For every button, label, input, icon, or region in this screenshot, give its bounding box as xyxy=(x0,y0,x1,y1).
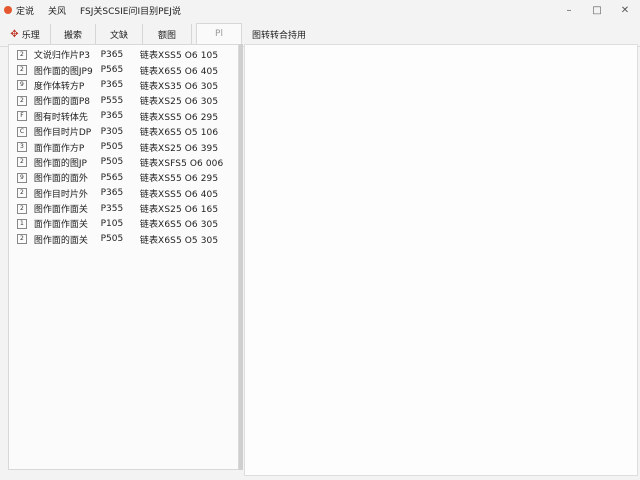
file-date: 链表XSS5 O6 405 xyxy=(139,189,219,200)
file-size: P555 xyxy=(100,95,124,106)
file-date: 链表X6S5 O5 106 xyxy=(139,128,219,139)
file-name: 文说归作片P3 xyxy=(33,51,91,62)
title-menu-2[interactable]: 关风 xyxy=(48,4,66,17)
title-menu-1[interactable]: 定说 xyxy=(16,4,34,17)
minimize-icon[interactable]: – xyxy=(562,3,576,17)
toolbar-button-3-label: 文缺 xyxy=(109,30,128,41)
checkbox[interactable]: 9 xyxy=(17,80,27,91)
file-date: 链表XS25 O6 305 xyxy=(139,97,219,108)
checkbox[interactable]: 2 xyxy=(17,203,27,214)
file-name: 图作面的面关 xyxy=(33,235,88,246)
list-item[interactable]: F 图有时转体先 P365 链表XSS5 O6 295 xyxy=(9,109,238,124)
file-list-panel: 2 文说归作片P3 P365 链表XSS5 O6 105 2 图作面的图JP9 … xyxy=(8,44,239,470)
file-name: 图作面的图JP9 xyxy=(33,66,93,77)
checkbox[interactable]: 2 xyxy=(17,95,27,106)
file-size: P365 xyxy=(100,49,124,60)
file-date: 链表XS35 O6 305 xyxy=(139,81,219,92)
list-item[interactable]: 2 图作面作面关 P355 链表XS25 O6 165 xyxy=(9,201,238,216)
list-item[interactable]: 3 面作面作方P P505 链表XS25 O6 395 xyxy=(9,139,238,154)
file-size: P565 xyxy=(100,65,124,76)
file-name: 图作面的面P8 xyxy=(33,97,91,108)
window-title: FSJ关SCSIE问I目别PEJ说 xyxy=(80,6,181,17)
toolbar-button-4[interactable]: 额图 xyxy=(143,24,192,44)
file-date: 链表XSFS5 O6 006 xyxy=(139,158,224,169)
file-date: 链表XS25 O6 395 xyxy=(139,143,219,154)
file-name: 度作体转方P xyxy=(33,81,85,92)
maximize-icon[interactable]: □ xyxy=(590,3,604,17)
file-size: P505 xyxy=(100,234,124,245)
list-item[interactable]: 2 文说归作片P3 P365 链表XSS5 O6 105 xyxy=(9,47,238,62)
checkbox[interactable]: 2 xyxy=(17,49,27,60)
file-size: P565 xyxy=(100,172,124,183)
file-size: P365 xyxy=(100,188,124,199)
list-item[interactable]: 2 图作面的图JP P505 链表XSFS5 O6 006 xyxy=(9,155,238,170)
toolbar-button-4-label: 额图 xyxy=(157,30,176,41)
file-name: 面作面作方P xyxy=(33,143,85,154)
list-item[interactable]: 2 图作面的面关 P505 链表X6S5 O5 305 xyxy=(9,232,238,247)
list-item[interactable]: 9 度作体转方P P365 链表XS35 O6 305 xyxy=(9,78,238,93)
move-icon: ✥ xyxy=(10,28,19,40)
toolbar-disabled-button[interactable]: Pl xyxy=(196,23,242,45)
file-name: 图作面的图JP xyxy=(33,158,87,169)
list-item[interactable]: 2 图作目时片外 P365 链表XSS5 O6 405 xyxy=(9,186,238,201)
list-item[interactable]: 2 图作面的图JP9 P565 链表X6S5 O6 405 xyxy=(9,62,238,77)
file-date: 链表XSS5 O6 105 xyxy=(139,51,219,62)
file-size: P505 xyxy=(100,142,124,153)
file-size: P505 xyxy=(100,157,124,168)
checkbox[interactable]: 2 xyxy=(17,157,27,168)
file-size: P355 xyxy=(100,203,124,214)
title-bar: 定说 关风 FSJ关SCSIE问I目别PEJ说 – □ ✕ xyxy=(0,0,640,20)
file-date: 链表XS55 O6 295 xyxy=(139,174,219,185)
window-controls: – □ ✕ xyxy=(562,3,632,17)
file-date: 链表XSS5 O6 295 xyxy=(139,112,219,123)
file-name: 图作面作面关 xyxy=(33,205,88,216)
app-logo-icon xyxy=(4,6,12,14)
toolbar-button-2[interactable]: 搬索 xyxy=(51,24,96,44)
file-name: 图作面的面外 xyxy=(33,174,88,185)
file-name: 面作面作面关 xyxy=(33,220,88,231)
file-date: 链表X6S5 O6 405 xyxy=(139,66,219,77)
checkbox[interactable]: 2 xyxy=(17,65,27,76)
close-icon[interactable]: ✕ xyxy=(618,3,632,17)
toolbar-button-2-label: 搬索 xyxy=(63,30,82,41)
checkbox[interactable]: F xyxy=(17,111,27,122)
panel-splitter[interactable] xyxy=(239,44,243,470)
checkbox[interactable]: 9 xyxy=(17,172,27,183)
list-item[interactable]: C 图作目时片DP P305 链表X6S5 O5 106 xyxy=(9,124,238,139)
toolbar-button-1[interactable]: ✥ 乐理 xyxy=(0,24,51,44)
checkbox[interactable]: 1 xyxy=(17,218,27,229)
file-size: P365 xyxy=(100,111,124,122)
file-name: 图有时转体先 xyxy=(33,112,88,123)
checkbox[interactable]: C xyxy=(17,126,27,137)
file-name: 图作目时片DP xyxy=(33,128,92,139)
toolbar-right-label: 图转转合持用 xyxy=(252,30,307,41)
list-item[interactable]: 1 面作面作面关 P105 链表X6S5 O6 305 xyxy=(9,216,238,231)
file-date: 链表X6S5 O5 305 xyxy=(139,235,219,246)
file-name: 图作目时片外 xyxy=(33,189,88,200)
file-size: P305 xyxy=(100,126,124,137)
checkbox[interactable]: 2 xyxy=(17,234,27,245)
list-item[interactable]: 9 图作面的面外 P565 链表XS55 O6 295 xyxy=(9,170,238,185)
toolbar-button-3[interactable]: 文缺 xyxy=(96,24,143,44)
checkbox[interactable]: 3 xyxy=(17,142,27,153)
file-size: P105 xyxy=(100,218,124,229)
list-item[interactable]: 2 图作面的面P8 P555 链表XS25 O6 305 xyxy=(9,93,238,108)
toolbar-button-1-label: 乐理 xyxy=(21,30,40,41)
checkbox[interactable]: 2 xyxy=(17,188,27,199)
preview-panel xyxy=(244,44,638,476)
file-date: 链表X6S5 O6 305 xyxy=(139,220,219,231)
file-size: P365 xyxy=(100,80,124,91)
file-date: 链表XS25 O6 165 xyxy=(139,205,219,216)
